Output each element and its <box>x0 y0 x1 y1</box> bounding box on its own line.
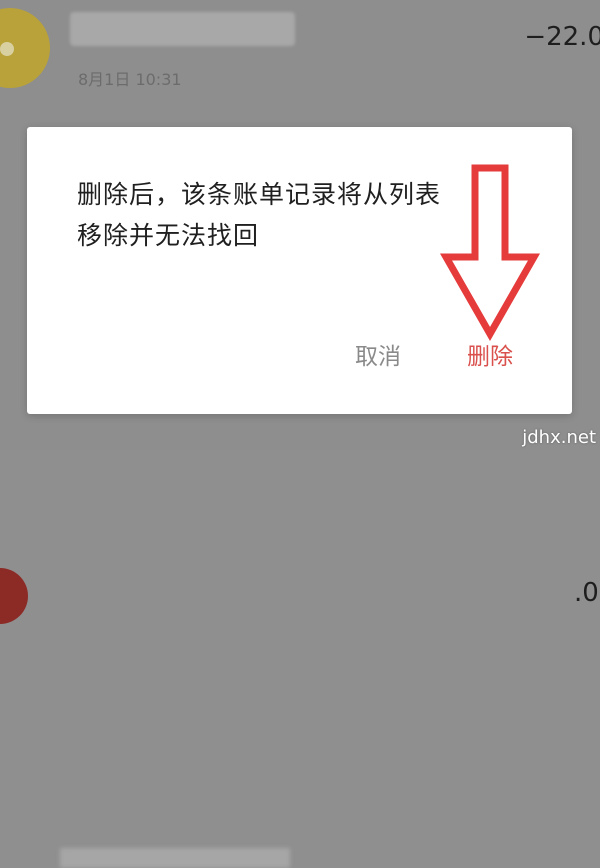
merchant-avatar <box>0 568 28 624</box>
red-down-arrow-icon <box>439 164 541 342</box>
bill-amount: −22.0 <box>524 22 600 52</box>
cancel-button[interactable]: 取消 <box>355 335 401 379</box>
merchant-logo-icon <box>0 42 14 56</box>
delete-button[interactable]: 删除 <box>467 335 513 379</box>
blurred-merchant-name <box>60 848 290 868</box>
arrow-shape <box>439 164 541 342</box>
bill-date: 8月1日 10:31 <box>78 70 182 89</box>
merchant-avatar <box>0 8 50 88</box>
bill-list-item[interactable]: 8月1日 10:31 −22.0 <box>0 0 600 127</box>
watermark-text: jdhx.net <box>522 427 596 448</box>
bill-list-item[interactable] <box>0 418 600 868</box>
bill-amount-partial: .0 <box>574 578 599 608</box>
blurred-merchant-name <box>70 12 295 46</box>
